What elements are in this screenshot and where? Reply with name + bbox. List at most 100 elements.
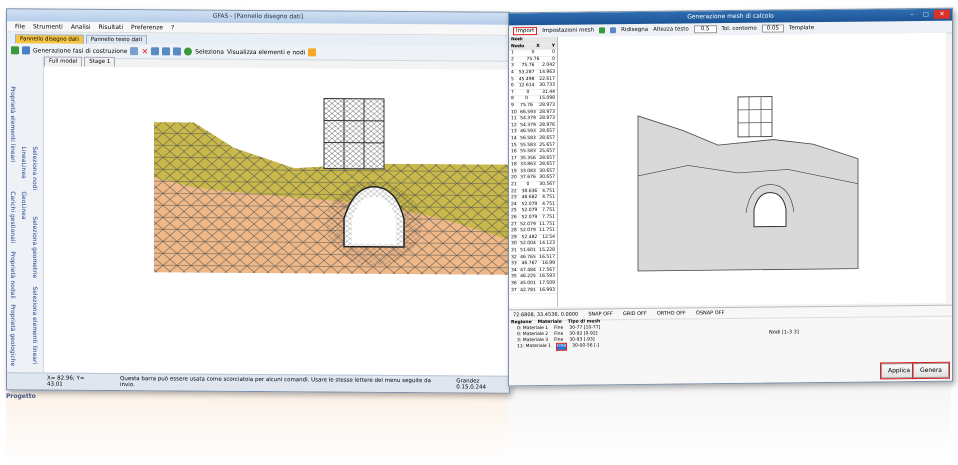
table-cell: 46.765 <box>520 254 536 260</box>
table-cell: 30.657 <box>539 168 555 174</box>
table-cell: 16.99 <box>542 261 555 267</box>
table-cell: 45.498 <box>518 76 535 82</box>
window-controls: – □ ✕ <box>906 9 950 19</box>
tab-pannello-disegno[interactable]: Pannello disegno dati <box>15 34 84 44</box>
table-cell: 52.079 <box>521 208 538 214</box>
import-button[interactable]: Import <box>513 27 538 36</box>
osnap-toggle[interactable]: OSNAP OFF <box>696 310 725 316</box>
status-hint: Questa barra può essere usata come scorc… <box>120 376 432 389</box>
side-label-select-linear[interactable]: Seleziona elementi lineari <box>31 286 38 364</box>
grid-toggle[interactable]: GRID OFF <box>623 311 647 317</box>
materials-table: Regione Materiale Tipo di mesh 0: Materi… <box>511 319 631 351</box>
menu-strumenti[interactable]: Strumenti <box>33 23 63 30</box>
save-icon[interactable] <box>11 46 19 55</box>
left-window-reflection <box>6 393 508 463</box>
menu-preferenze[interactable]: Preferenze <box>131 24 163 31</box>
apply-button[interactable]: Applica <box>879 362 919 380</box>
close-icon[interactable]: ✕ <box>934 9 950 19</box>
delete-icon[interactable]: ✕ <box>141 47 148 56</box>
side-label-loads[interactable]: Carichi gestionali <box>9 191 16 243</box>
tolerance-input[interactable]: 0.05 <box>761 24 784 33</box>
material-cell: 30-00-56 [-] <box>572 343 600 349</box>
zoom-icon[interactable] <box>151 47 160 56</box>
table-cell: 23 <box>511 195 517 201</box>
table-cell: 47.484 <box>520 267 536 273</box>
snap-toggle[interactable]: SNAP OFF <box>588 311 613 317</box>
mesh-icon[interactable] <box>308 48 317 57</box>
preview-building <box>737 96 773 138</box>
cursor-coordinates: X= 82.96; Y= 43.01 <box>47 375 85 388</box>
table-cell: 7 <box>511 90 514 96</box>
add-icon[interactable] <box>130 47 139 56</box>
table-cell: 46.767 <box>521 261 538 267</box>
zoom-out-icon[interactable] <box>173 47 182 56</box>
tab-stage-1[interactable]: Stage 1 <box>84 56 116 68</box>
table-cell: 35 <box>511 274 517 280</box>
table-cell: 11.751 <box>539 221 555 227</box>
side-label-nodal[interactable]: Proprietà nodali <box>9 251 16 298</box>
template-button[interactable]: Template <box>789 25 814 31</box>
menu-analisi[interactable]: Analisi <box>71 23 91 30</box>
table-cell: 0 <box>552 50 555 56</box>
select-button[interactable]: Seleziona <box>195 48 224 55</box>
table-cell: 48.682 <box>521 195 538 201</box>
zoom-icon[interactable] <box>610 27 617 34</box>
side-label-geolinea[interactable]: GeoLinea <box>20 191 27 219</box>
mesh-preview-canvas[interactable] <box>558 32 946 307</box>
table-cell: 52.079 <box>521 201 538 208</box>
table-cell: 11.751 <box>539 228 555 234</box>
side-label-select-nodes[interactable]: Seleziona nodi <box>31 146 38 190</box>
menu-help[interactable]: ? <box>171 24 174 31</box>
side-label-linear-elements[interactable]: Proprietà elementi lineari <box>9 86 16 162</box>
maximize-icon[interactable]: □ <box>920 10 932 19</box>
table-cell: 34 <box>511 268 517 274</box>
material-cell: Fine <box>556 342 568 351</box>
table-cell: 11 <box>511 116 517 122</box>
side-label-select-geometry[interactable]: Seleziona geometrie <box>31 216 38 278</box>
text-height-input[interactable]: 0.5 <box>693 25 717 34</box>
table-cell: 75.76 <box>520 103 533 109</box>
show-elements-nodes-button[interactable]: Visualizza elementi e nodi <box>227 48 305 56</box>
table-cell: 4.751 <box>542 201 555 207</box>
preview-tunnel <box>753 192 787 228</box>
table-cell: 19 <box>511 169 517 175</box>
table-cell: 28.973 <box>539 102 555 108</box>
table-cell: 28 <box>511 228 517 234</box>
table-cell: 45.001 <box>520 281 536 287</box>
tab-pannello-testo[interactable]: Pannello testo dati <box>85 34 148 45</box>
table-cell: 51.601 <box>520 248 536 254</box>
table-cell: 28.657 <box>539 129 555 135</box>
menu-risultati[interactable]: Risultati <box>99 23 123 30</box>
table-cell: 0 <box>526 89 530 95</box>
generate-button[interactable]: Genera <box>912 361 950 380</box>
table-cell: 4.751 <box>542 195 555 201</box>
mesh-drawing-canvas[interactable] <box>44 66 509 377</box>
side-label-linea[interactable]: LineaLinea <box>20 146 27 178</box>
side-label-geological[interactable]: Proprietà geologiche <box>9 304 16 366</box>
menu-file[interactable]: File <box>15 23 25 30</box>
table-cell: 16.993 <box>539 287 555 293</box>
table-cell: 37 <box>511 287 517 293</box>
mesh-settings-button[interactable]: Impostazioni mesh <box>542 27 594 34</box>
tab-full-model[interactable]: Full model <box>44 56 83 67</box>
table-cell: 0 <box>525 96 528 102</box>
table-cell: 30 <box>511 241 517 247</box>
table-cell: 5 <box>511 76 514 82</box>
redraw-button[interactable]: Ridisegna <box>621 27 648 33</box>
table-cell: 3 <box>511 63 514 69</box>
table-cell: 37.676 <box>520 175 536 181</box>
table-cell: 28.973 <box>539 115 555 122</box>
refresh-icon[interactable] <box>599 27 606 34</box>
table-cell: 36 <box>511 281 517 287</box>
zoom-in-icon[interactable] <box>162 47 171 56</box>
table-cell: 15.098 <box>539 96 555 102</box>
table-cell: 21 <box>511 182 517 188</box>
construction-stage-label: Generazione fasi di costruzione <box>33 46 128 55</box>
grid-icon[interactable] <box>22 46 30 55</box>
ortho-toggle[interactable]: ORTHO OFF <box>657 310 686 316</box>
minimize-icon[interactable]: – <box>906 10 918 19</box>
table-row[interactable]: 37 42.781 16.993 <box>509 287 557 295</box>
list-item[interactable]: 11: Materiale 1 Fine 30-00-56 [-] <box>511 342 631 351</box>
refresh-icon[interactable] <box>184 47 193 56</box>
table-cell: 15.228 <box>539 247 555 254</box>
